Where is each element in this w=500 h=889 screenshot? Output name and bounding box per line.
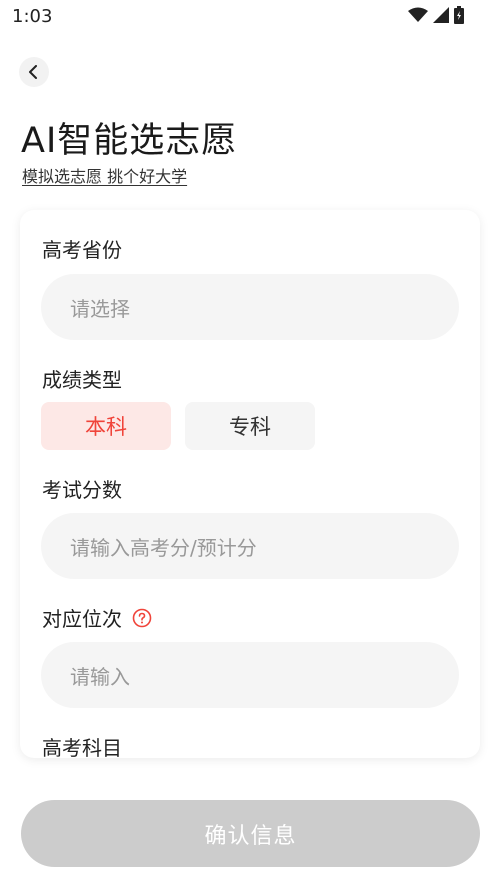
confirm-button-label: 确认信息 bbox=[204, 823, 297, 849]
province-select[interactable]: 请选择 bbox=[41, 274, 459, 340]
help-circle-icon[interactable] bbox=[132, 608, 152, 628]
back-button[interactable] bbox=[19, 57, 49, 87]
status-icons bbox=[408, 6, 464, 24]
subjects-label: 高考科目 bbox=[42, 732, 122, 758]
page-title: AI智能选志愿 bbox=[21, 121, 238, 161]
rank-input[interactable]: 请输入 bbox=[41, 642, 459, 708]
confirm-button[interactable]: 确认信息 bbox=[21, 800, 480, 867]
exam-score-label: 考试分数 bbox=[42, 474, 122, 503]
rank-placeholder: 请输入 bbox=[70, 664, 130, 689]
status-time: 1:03 bbox=[12, 6, 53, 27]
signal-icon bbox=[433, 7, 449, 23]
score-type-option-undergraduate[interactable]: 本科 bbox=[41, 402, 171, 450]
subjects-label-text: 高考科目 bbox=[42, 736, 122, 758]
status-bar: 1:03 bbox=[0, 0, 500, 34]
exam-score-label-text: 考试分数 bbox=[42, 478, 122, 502]
chevron-left-icon bbox=[29, 65, 37, 79]
score-type-option-junior-college[interactable]: 专科 bbox=[185, 402, 315, 450]
province-label-text: 高考省份 bbox=[42, 238, 122, 262]
province-placeholder: 请选择 bbox=[70, 296, 130, 321]
form-card: 高考省份 请选择 成绩类型 本科 专科 考试分数 请输入高考分/预计分 对应位次… bbox=[20, 210, 480, 758]
score-type-option-label: 本科 bbox=[85, 415, 127, 439]
rank-label: 对应位次 bbox=[42, 603, 152, 632]
page-subtitle[interactable]: 模拟选志愿 挑个好大学 bbox=[22, 163, 187, 187]
score-type-label-text: 成绩类型 bbox=[42, 368, 122, 392]
score-type-option-label: 专科 bbox=[229, 415, 271, 439]
wifi-icon bbox=[408, 7, 428, 22]
exam-score-placeholder: 请输入高考分/预计分 bbox=[70, 535, 257, 560]
province-label: 高考省份 bbox=[42, 234, 122, 263]
exam-score-input[interactable]: 请输入高考分/预计分 bbox=[41, 513, 459, 579]
rank-label-text: 对应位次 bbox=[42, 607, 122, 631]
battery-icon bbox=[454, 6, 464, 24]
score-type-label: 成绩类型 bbox=[42, 364, 122, 393]
